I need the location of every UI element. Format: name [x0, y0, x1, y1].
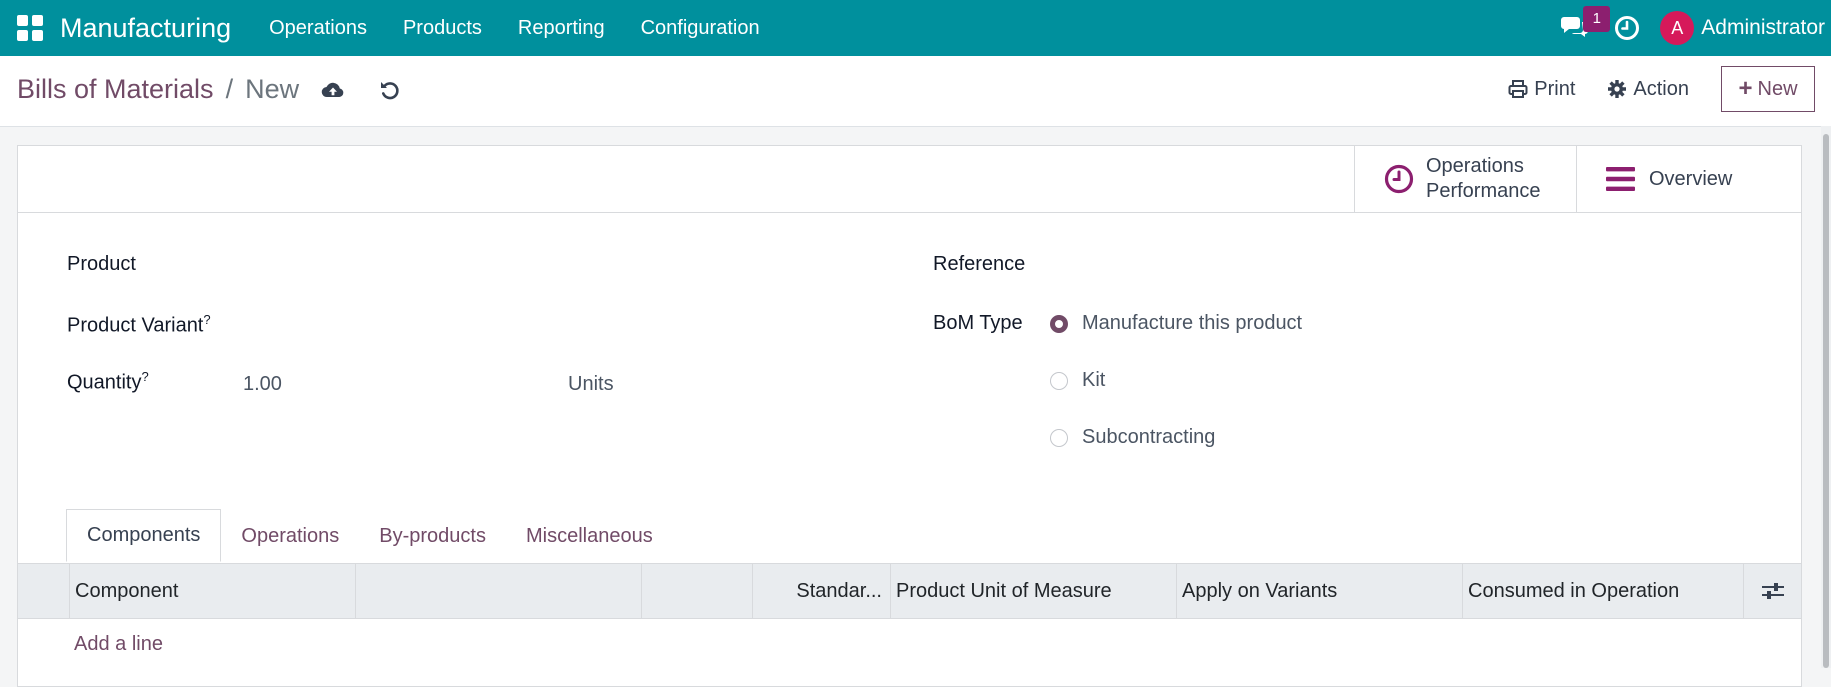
- bom-type-subcontracting-option[interactable]: Subcontracting: [1050, 426, 1215, 449]
- radio-unchecked[interactable]: [1050, 428, 1068, 447]
- avatar[interactable]: A: [1660, 11, 1695, 45]
- operations-performance-button[interactable]: Operations Performance: [1354, 146, 1577, 212]
- notebook-tabs: Components Operations By-products Miscel…: [66, 509, 673, 562]
- clock-icon: [1384, 164, 1414, 194]
- reference-label: Reference: [933, 253, 1026, 275]
- user-menu-name[interactable]: Administrator: [1701, 16, 1825, 40]
- smart-button-box: Operations Performance Overview: [18, 146, 1801, 213]
- breadcrumb: Bills of Materials / New: [17, 74, 401, 105]
- action-button[interactable]: Action: [1607, 78, 1689, 101]
- column-apply-on-variants[interactable]: Apply on Variants: [1176, 564, 1462, 618]
- radio-checked[interactable]: [1050, 314, 1068, 333]
- quantity-input[interactable]: 1.00: [243, 373, 282, 396]
- message-count-badge: 1: [1583, 6, 1611, 32]
- column-blank-1[interactable]: [355, 564, 641, 618]
- product-label: Product: [67, 253, 136, 275]
- uom-field[interactable]: Units: [568, 373, 614, 396]
- top-navbar: Manufacturing Operations Products Report…: [0, 0, 1831, 56]
- breadcrumb-separator: /: [225, 74, 234, 104]
- new-label: New: [1757, 77, 1798, 100]
- column-standard[interactable]: Standar...: [752, 564, 890, 618]
- operations-performance-label-2: Performance: [1426, 180, 1541, 202]
- action-label: Action: [1633, 77, 1689, 100]
- help-tooltip-icon[interactable]: ?: [141, 369, 148, 384]
- help-tooltip-icon[interactable]: ?: [203, 312, 210, 327]
- new-button[interactable]: + New: [1721, 66, 1815, 112]
- messaging-menu[interactable]: 1: [1558, 0, 1611, 56]
- column-blank-2[interactable]: [641, 564, 752, 618]
- apps-menu-icon[interactable]: [17, 15, 43, 41]
- bom-type-manufacture-option[interactable]: Manufacture this product: [1050, 312, 1302, 335]
- print-label: Print: [1534, 77, 1576, 100]
- product-variant-label: Product Variant?: [67, 312, 211, 337]
- print-button[interactable]: Print: [1508, 78, 1575, 101]
- menu-products[interactable]: Products: [385, 17, 500, 40]
- undo-discard-icon[interactable]: [379, 79, 401, 101]
- menu-reporting[interactable]: Reporting: [500, 17, 623, 40]
- tab-miscellaneous[interactable]: Miscellaneous: [506, 511, 673, 562]
- app-title[interactable]: Manufacturing: [60, 13, 231, 44]
- components-table-header: Component Standar... Product Unit of Mea…: [18, 563, 1801, 619]
- bars-icon: [1606, 167, 1635, 191]
- quantity-label: Quantity?: [67, 369, 149, 394]
- operations-performance-label-1: Operations: [1426, 155, 1524, 177]
- sliders-icon: [1762, 583, 1784, 599]
- form-sheet: Operations Performance Overview Product …: [17, 145, 1802, 687]
- optional-columns-toggle[interactable]: [1743, 564, 1802, 618]
- activity-clock-icon[interactable]: [1614, 15, 1640, 41]
- gear-icon: [1608, 80, 1627, 98]
- column-consumed-in-operation[interactable]: Consumed in Operation: [1462, 564, 1743, 618]
- overview-button[interactable]: Overview: [1576, 146, 1802, 212]
- tab-by-products[interactable]: By-products: [359, 511, 506, 562]
- breadcrumb-current: New: [245, 74, 300, 104]
- tab-components[interactable]: Components: [66, 509, 222, 562]
- column-product-uom[interactable]: Product Unit of Measure: [890, 564, 1176, 618]
- radio-unchecked[interactable]: [1050, 371, 1068, 390]
- add-a-line-link[interactable]: Add a line: [74, 633, 163, 656]
- print-icon: [1508, 80, 1528, 98]
- overview-label: Overview: [1649, 167, 1733, 190]
- breadcrumb-bills-of-materials[interactable]: Bills of Materials: [17, 74, 214, 105]
- column-component[interactable]: Component: [69, 564, 355, 618]
- scrollbar-thumb[interactable]: [1823, 134, 1829, 668]
- bom-type-kit-option[interactable]: Kit: [1050, 369, 1105, 392]
- tab-operations[interactable]: Operations: [221, 511, 359, 562]
- menu-configuration[interactable]: Configuration: [623, 17, 778, 40]
- cloud-upload-save-icon[interactable]: [321, 80, 345, 100]
- control-panel: Bills of Materials / New Print Action + …: [0, 56, 1831, 127]
- bom-type-label: BoM Type: [933, 312, 1023, 334]
- menu-operations[interactable]: Operations: [251, 17, 385, 40]
- plus-icon: +: [1738, 75, 1753, 102]
